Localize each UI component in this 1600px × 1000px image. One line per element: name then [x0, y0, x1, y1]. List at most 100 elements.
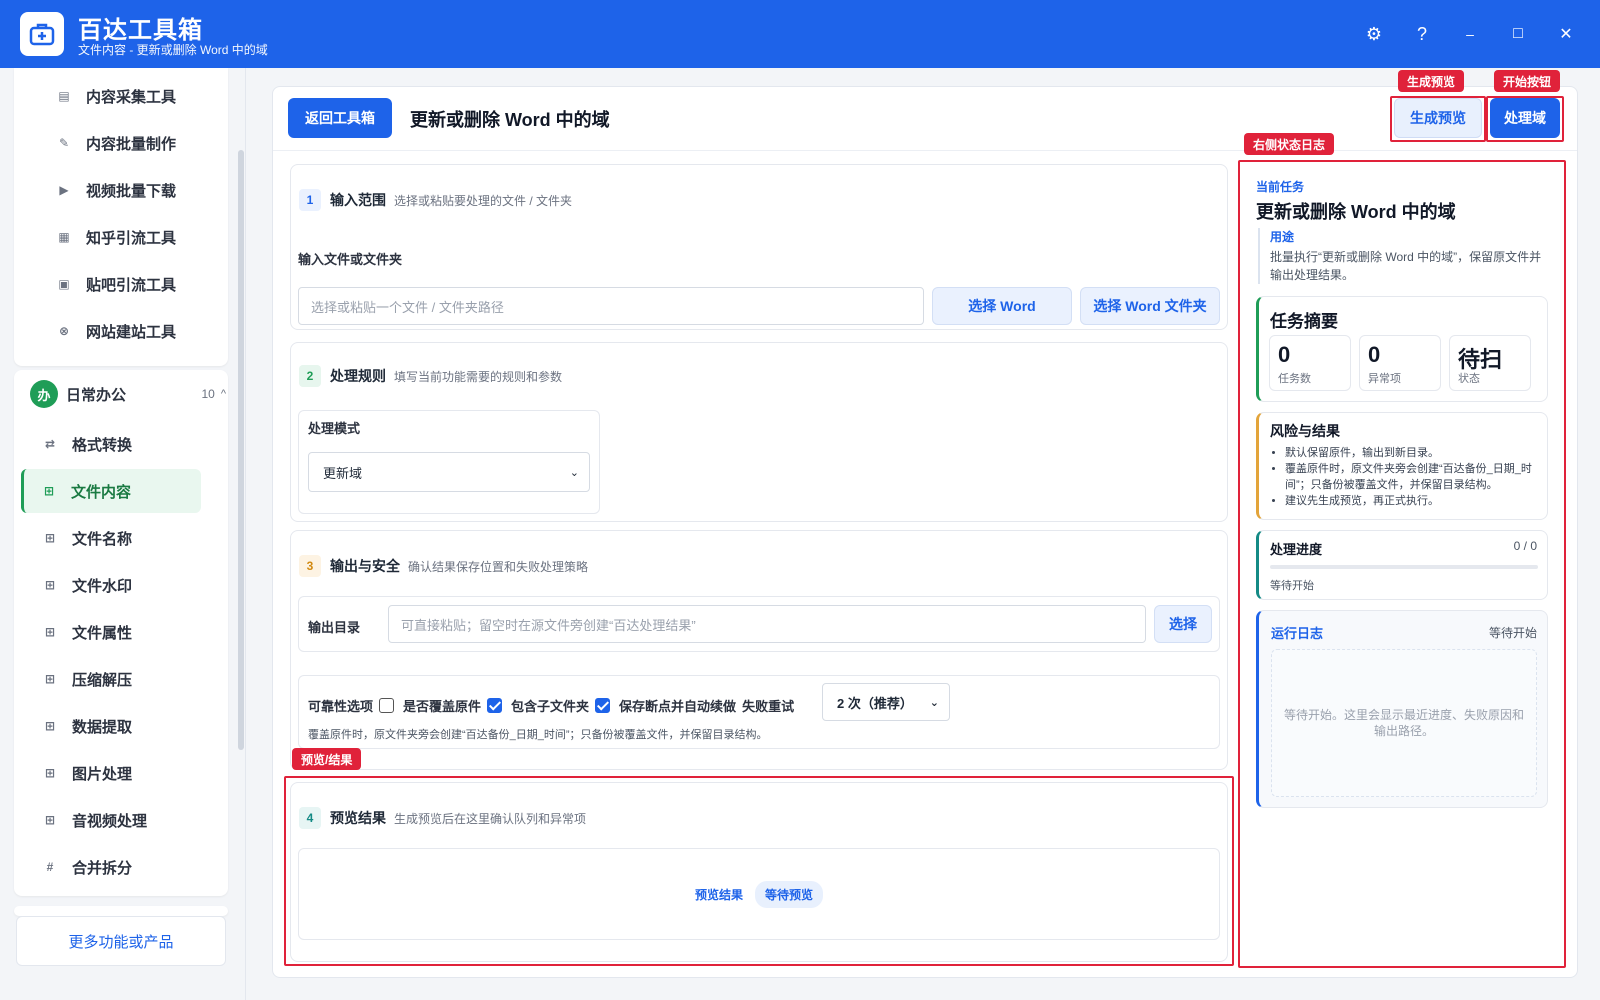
sidebar-item-tieba[interactable]: ▣ 贴吧引流工具: [36, 262, 216, 306]
resume-label: 保存断点并自动续做: [619, 698, 737, 714]
sidebar-item-compress[interactable]: ⊞ 压缩解压: [22, 657, 202, 701]
stat-value: 0: [1368, 342, 1381, 367]
risk-card: 风险与结果 默认保留原件，输出到新目录。 覆盖原件时，原文件夹旁会创建“百达备份…: [1256, 412, 1548, 520]
message-icon: ▣: [58, 277, 70, 291]
section-desc: 填写当前功能需要的规则和参数: [394, 369, 563, 384]
generate-preview-button[interactable]: 生成预览: [1394, 98, 1482, 138]
app-subtitle: 文件内容 - 更新或删除 Word 中的域: [78, 43, 268, 57]
group-count: 10: [201, 387, 215, 401]
grid-icon: ⊞: [44, 531, 56, 545]
retry-value: 2 次（推荐）: [837, 695, 913, 711]
resume-checkbox[interactable]: [595, 697, 611, 713]
section-header: 3 输出与安全 确认结果保存位置和失败处理策略: [299, 555, 588, 577]
sidebar-scrollbar[interactable]: [238, 150, 244, 750]
sidebar-item-image[interactable]: ⊞ 图片处理: [22, 751, 202, 795]
select-word-folder-button[interactable]: 选择 Word 文件夹: [1080, 287, 1220, 325]
section-desc: 确认结果保存位置和失败处理策略: [408, 559, 589, 574]
log-title: 运行日志: [1271, 626, 1324, 641]
grid-icon: ⊞: [44, 625, 56, 639]
sidebar-item-merge-split[interactable]: # 合并拆分: [22, 845, 202, 889]
chevron-down-icon: ⌄: [569, 466, 579, 479]
section-number: 2: [299, 365, 321, 387]
task-title: 更新或删除 Word 中的域: [1256, 202, 1456, 222]
overwrite-note: 覆盖原件时，原文件夹旁会创建“百达备份_日期_时间”；只备份被覆盖文件，并保留目…: [308, 729, 768, 741]
progress-count: 0 / 0: [1513, 539, 1537, 553]
maximize-icon[interactable]: □: [1504, 20, 1532, 48]
sidebar-item-website[interactable]: ⊗ 网站建站工具: [36, 309, 216, 353]
more-products-button[interactable]: 更多功能或产品: [16, 916, 226, 966]
stat-label: 任务数: [1278, 373, 1311, 385]
sidebar-item-label: 内容批量制作: [86, 135, 177, 153]
document-icon: ▤: [58, 89, 70, 103]
chevron-up-icon[interactable]: ^: [221, 388, 226, 400]
settings-icon[interactable]: ⚙: [1360, 20, 1388, 48]
sidebar-item-label: 知乎引流工具: [86, 229, 177, 247]
section-title: 输入范围: [330, 192, 386, 208]
stat-value: 0: [1278, 342, 1291, 367]
sidebar-item-label: 图片处理: [72, 765, 133, 783]
sidebar-item-label: 文件属性: [72, 624, 133, 642]
retry-select[interactable]: 2 次（推荐） ⌄: [822, 683, 950, 721]
close-icon[interactable]: ✕: [1552, 20, 1580, 48]
minimize-icon[interactable]: –: [1456, 20, 1484, 48]
help-icon[interactable]: ?: [1408, 20, 1436, 48]
video-icon: ▶: [59, 183, 69, 197]
sidebar-item-label: 文件水印: [72, 577, 133, 595]
section-number: 3: [299, 555, 321, 577]
grid-icon: ⊞: [44, 672, 56, 686]
sidebar-item-format-convert[interactable]: ⇄ 格式转换: [22, 422, 202, 466]
purpose-label: 用途: [1270, 230, 1295, 244]
section-number: 1: [299, 189, 321, 211]
section-header: 1 输入范围 选择或粘贴要处理的文件 / 文件夹: [299, 189, 572, 211]
section-title: 输出与安全: [330, 558, 400, 574]
output-dir-input[interactable]: 可直接粘贴；留空时在源文件旁创建“百达处理结果”: [388, 605, 1146, 643]
sidebar-item-label: 内容采集工具: [86, 88, 177, 106]
title-bar: 百达工具箱 文件内容 - 更新或删除 Word 中的域 ⚙ ? – □ ✕: [0, 0, 1600, 68]
sidebar-item-file-watermark[interactable]: ⊞ 文件水印: [22, 563, 202, 607]
group-header[interactable]: 办 日常办公 10 ^: [30, 378, 226, 410]
select-output-dir-button[interactable]: 选择: [1154, 605, 1212, 643]
output-dir-label: 输出目录: [308, 620, 361, 635]
risk-item: 覆盖原件时，原文件夹旁会创建“百达备份_日期_时间”；只备份被覆盖文件，并保留目…: [1285, 461, 1541, 493]
overwrite-checkbox[interactable]: [379, 697, 395, 713]
log-content: 等待开始。这里会显示最近进度、失败原因和输出路径。: [1271, 649, 1537, 797]
subfolders-checkbox[interactable]: [487, 697, 503, 713]
sidebar-item-file-name[interactable]: ⊞ 文件名称: [22, 516, 202, 560]
process-fields-button[interactable]: 处理域: [1490, 98, 1560, 138]
mode-value: 更新域: [323, 465, 363, 481]
section-desc: 生成预览后在这里确认队列和异常项: [394, 811, 587, 826]
back-to-toolbox-button[interactable]: 返回工具箱: [288, 98, 392, 138]
mode-select[interactable]: 更新域 ⌄: [308, 452, 590, 492]
sidebar-item-data-extract[interactable]: ⊞ 数据提取: [22, 704, 202, 748]
log-card: 运行日志 等待开始 等待开始。这里会显示最近进度、失败原因和输出路径。: [1256, 610, 1548, 808]
sidebar-item-video-download[interactable]: ▶ 视频批量下载: [36, 168, 216, 212]
annotation-preview-tag: 生成预览: [1398, 70, 1465, 92]
current-task-label: 当前任务: [1256, 180, 1305, 194]
page-title: 更新或删除 Word 中的域: [410, 110, 610, 130]
purpose-text: 批量执行“更新或删除 Word 中的域”，保留原文件并输出处理结果。: [1270, 250, 1542, 282]
sidebar-item-av[interactable]: ⊞ 音视频处理: [22, 798, 202, 842]
select-word-button[interactable]: 选择 Word: [932, 287, 1072, 325]
sidebar-item-content-batch[interactable]: ✎ 内容批量制作: [36, 121, 216, 165]
risk-item: 默认保留原件，输出到新目录。: [1285, 445, 1541, 461]
summary-card: 任务摘要 0 任务数 0 异常项 待扫 状态: [1256, 296, 1548, 402]
grid-icon: ⊞: [43, 484, 55, 498]
app-title: 百达工具箱: [78, 17, 203, 44]
progress-status: 等待开始: [1270, 580, 1314, 592]
reliability-row: 可靠性选项 是否覆盖原件 包含子文件夹 保存断点并自动续做 失败重试: [308, 692, 794, 718]
input-path-field[interactable]: 选择或粘贴一个文件 / 文件夹路径: [298, 287, 924, 325]
progress-card: 处理进度 0 / 0 等待开始: [1256, 530, 1548, 600]
annotation-result-tag: 预览/结果: [292, 748, 362, 770]
reliability-label: 可靠性选项: [308, 698, 374, 714]
input-field-label: 输入文件或文件夹: [298, 252, 403, 267]
annotation-start-tag: 开始按钮: [1494, 70, 1561, 92]
stat-label: 异常项: [1368, 373, 1401, 385]
chevron-down-icon: ⌄: [929, 696, 939, 709]
stat-status: 待扫 状态: [1449, 335, 1531, 391]
sidebar-item-content-collect[interactable]: ▤ 内容采集工具: [36, 74, 216, 118]
sidebar-item-file-content[interactable]: ⊞ 文件内容: [21, 469, 201, 513]
app-logo-icon: [20, 12, 64, 56]
sidebar-item-zhihu[interactable]: ▦ 知乎引流工具: [36, 215, 216, 259]
sidebar-item-file-properties[interactable]: ⊞ 文件属性: [22, 610, 202, 654]
grid-icon: ⊞: [44, 719, 56, 733]
